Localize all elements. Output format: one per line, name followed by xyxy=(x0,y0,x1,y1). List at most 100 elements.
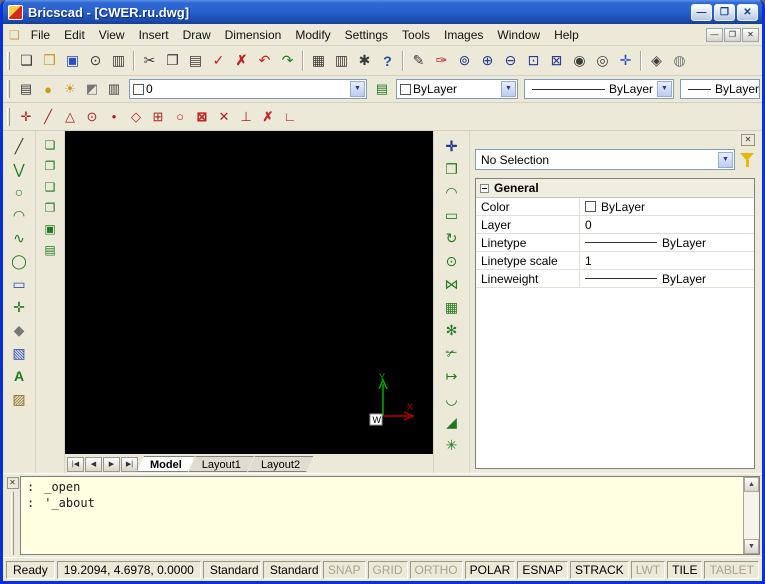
snap-midpoint-button[interactable]: △ xyxy=(59,107,81,127)
command-close-button[interactable]: ✕ xyxy=(7,477,19,489)
snap-none-button[interactable]: ⊠ xyxy=(191,107,213,127)
command-history[interactable]: : _open : '_about ▲ ▼ xyxy=(20,476,760,555)
draw-rectangle-button[interactable]: ▭ xyxy=(8,273,31,295)
menu-window[interactable]: Window xyxy=(490,26,547,44)
property-value[interactable]: ByLayer xyxy=(580,234,754,251)
snap-clear-button[interactable]: ✗ xyxy=(257,107,279,127)
draw-circle-button[interactable]: ○ xyxy=(8,181,31,203)
fillet-button[interactable]: ◡ xyxy=(440,388,463,410)
render-button[interactable]: ◍ xyxy=(668,50,691,72)
menu-edit[interactable]: Edit xyxy=(57,26,92,44)
copy-button[interactable]: ❐ xyxy=(161,50,184,72)
menu-help[interactable]: Help xyxy=(547,26,586,44)
delete-button[interactable]: ✗ xyxy=(230,50,253,72)
command-lines[interactable]: : _open : '_about xyxy=(21,477,743,554)
layer-previous-button[interactable]: ▤ xyxy=(371,79,393,99)
draw-spline-button[interactable]: ∿ xyxy=(8,227,31,249)
to-front-button[interactable]: ❏ xyxy=(40,135,60,155)
copy-entity-button[interactable]: ❐ xyxy=(440,158,463,180)
cut-button[interactable]: ✂ xyxy=(138,50,161,72)
snap-insertion-button[interactable]: ⊞ xyxy=(147,107,169,127)
orbit-button[interactable]: ◈ xyxy=(645,50,668,72)
print-button[interactable]: ▥ xyxy=(107,50,130,72)
command-drag-handle[interactable] xyxy=(11,492,14,555)
menu-images[interactable]: Images xyxy=(437,26,490,44)
toggle-polar[interactable]: POLAR xyxy=(465,561,516,579)
scrollbar-track[interactable] xyxy=(744,492,759,539)
tab-layout1[interactable]: Layout1 xyxy=(189,456,254,472)
match-properties-button[interactable]: ✓ xyxy=(207,50,230,72)
pan-button[interactable]: ✛ xyxy=(614,50,637,72)
bring-above-button[interactable]: ❑ xyxy=(40,177,60,197)
snap-perpendicular-button[interactable]: ⊥ xyxy=(235,107,257,127)
snap-tangent-button[interactable]: ○ xyxy=(169,107,191,127)
toolbar-grip[interactable] xyxy=(7,52,10,70)
scale-button[interactable]: ⊙ xyxy=(440,250,463,272)
layer-freeze-button[interactable]: ☀ xyxy=(59,79,81,99)
linetype-combobox[interactable]: ByLayer ▼ xyxy=(524,79,674,99)
toggle-grid[interactable]: GRID xyxy=(368,561,408,579)
close-button[interactable]: ✕ xyxy=(737,4,758,21)
toggle-tablet[interactable]: TABLET xyxy=(704,561,758,579)
menu-draw[interactable]: Draw xyxy=(176,26,218,44)
zoom-in-button[interactable]: ⊕ xyxy=(476,50,499,72)
property-value[interactable]: ByLayer xyxy=(580,198,754,215)
scroll-up-icon[interactable]: ▲ xyxy=(744,477,759,492)
tab-model[interactable]: Model xyxy=(137,456,195,472)
save-button[interactable]: ▣ xyxy=(61,50,84,72)
redline-button[interactable]: ✑ xyxy=(430,50,453,72)
draw-order-button[interactable]: ▥ xyxy=(330,50,353,72)
property-value[interactable]: 1 xyxy=(580,252,754,269)
snap-quadrant-button[interactable]: ◇ xyxy=(125,107,147,127)
ungroup-button[interactable]: ▤ xyxy=(40,240,60,260)
paste-button[interactable]: ▤ xyxy=(184,50,207,72)
status-text-style[interactable]: Standard xyxy=(203,561,261,579)
tab-last-button[interactable]: ▶| xyxy=(121,457,138,472)
draw-polyline-button[interactable]: ⋁ xyxy=(8,158,31,180)
drawing-canvas[interactable]: Y X W xyxy=(65,131,433,454)
app-icon[interactable] xyxy=(8,5,23,20)
scroll-down-icon[interactable]: ▼ xyxy=(744,539,759,554)
mdi-restore-button[interactable]: ❐ xyxy=(724,28,741,42)
menu-insert[interactable]: Insert xyxy=(132,26,176,44)
toggle-ortho[interactable]: ORTHO xyxy=(410,561,463,579)
zoom-out-button[interactable]: ⊖ xyxy=(499,50,522,72)
titlebar[interactable]: Bricscad - [CWER.ru.dwg] — ❐ ✕ xyxy=(3,0,762,24)
chamfer-button[interactable]: ◢ xyxy=(440,411,463,433)
toolbar-grip[interactable] xyxy=(7,108,10,126)
draw-ellipse-button[interactable]: ◯ xyxy=(8,250,31,272)
trim-button[interactable]: ✃ xyxy=(440,342,463,364)
toggle-lwt[interactable]: LWT xyxy=(631,561,665,579)
array-button[interactable]: ▦ xyxy=(440,296,463,318)
properties-close-button[interactable]: ✕ xyxy=(741,134,755,146)
layer-on-off-button[interactable]: ● xyxy=(37,79,59,99)
draw-arc-button[interactable]: ◠ xyxy=(8,204,31,226)
toolbar-grip[interactable] xyxy=(7,80,10,98)
menu-view[interactable]: View xyxy=(92,26,132,44)
entity-properties-button[interactable]: ▦ xyxy=(307,50,330,72)
polar-array-button[interactable]: ✻ xyxy=(440,319,463,341)
tab-prev-button[interactable]: ◀ xyxy=(85,457,102,472)
explode-button[interactable]: ✳ xyxy=(440,434,463,456)
tab-first-button[interactable]: |◀ xyxy=(67,457,84,472)
draw-polygon-button[interactable]: ◆ xyxy=(8,319,31,341)
tab-layout2[interactable]: Layout2 xyxy=(248,456,313,472)
toggle-snap[interactable]: SNAP xyxy=(323,561,366,579)
property-value[interactable]: ByLayer xyxy=(580,270,754,287)
restore-button[interactable]: ❐ xyxy=(714,4,735,21)
menu-dimension[interactable]: Dimension xyxy=(218,26,289,44)
zoom-previous-button[interactable]: ⊠ xyxy=(545,50,568,72)
named-views-button[interactable]: ◎ xyxy=(591,50,614,72)
document-menu-icon[interactable]: ❏ xyxy=(5,28,24,42)
to-back-button[interactable]: ❐ xyxy=(40,156,60,176)
settings-button[interactable]: ✱ xyxy=(353,50,376,72)
properties-titlebar[interactable]: ✕ xyxy=(475,133,755,146)
draw-point-button[interactable]: ✛ xyxy=(8,296,31,318)
redo-button[interactable]: ↷ xyxy=(276,50,299,72)
chevron-down-icon[interactable]: ▼ xyxy=(501,81,516,97)
menu-settings[interactable]: Settings xyxy=(338,26,395,44)
snap-endpoint-button[interactable]: ╱ xyxy=(37,107,59,127)
layer-combobox[interactable]: 0 ▼ xyxy=(129,79,367,99)
open-file-button[interactable]: ❒ xyxy=(38,50,61,72)
command-scrollbar[interactable]: ▲ ▼ xyxy=(743,477,759,554)
